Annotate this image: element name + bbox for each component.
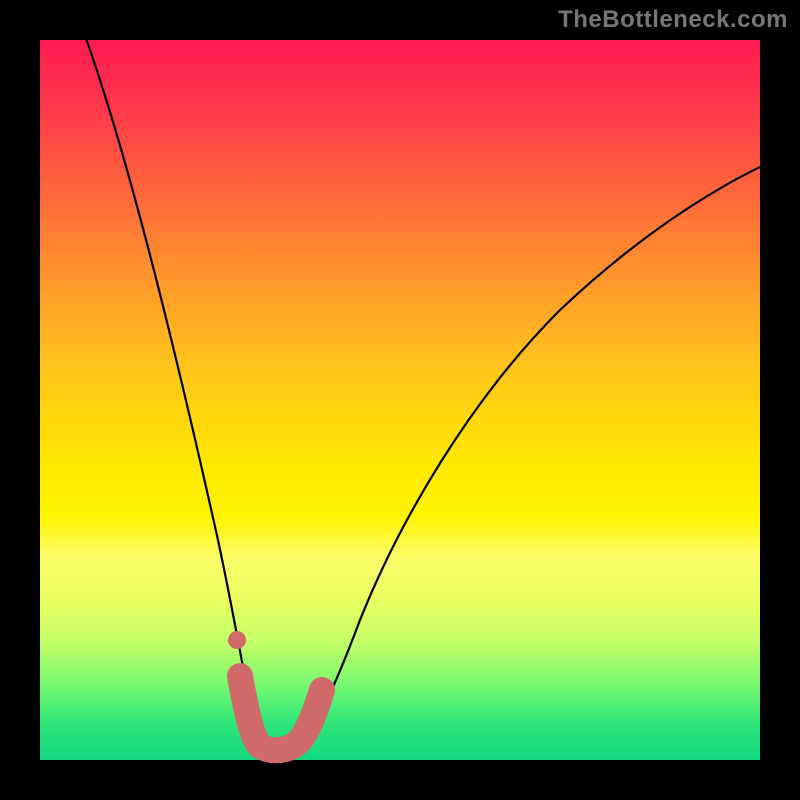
watermark-text: TheBottleneck.com bbox=[558, 6, 788, 34]
chart-frame: TheBottleneck.com bbox=[0, 0, 800, 800]
plot-area bbox=[40, 40, 760, 760]
curve-svg bbox=[40, 40, 760, 760]
bottleneck-curve-line bbox=[83, 30, 775, 752]
highlight-dot bbox=[228, 631, 246, 649]
optimal-zone-highlight bbox=[240, 676, 322, 750]
